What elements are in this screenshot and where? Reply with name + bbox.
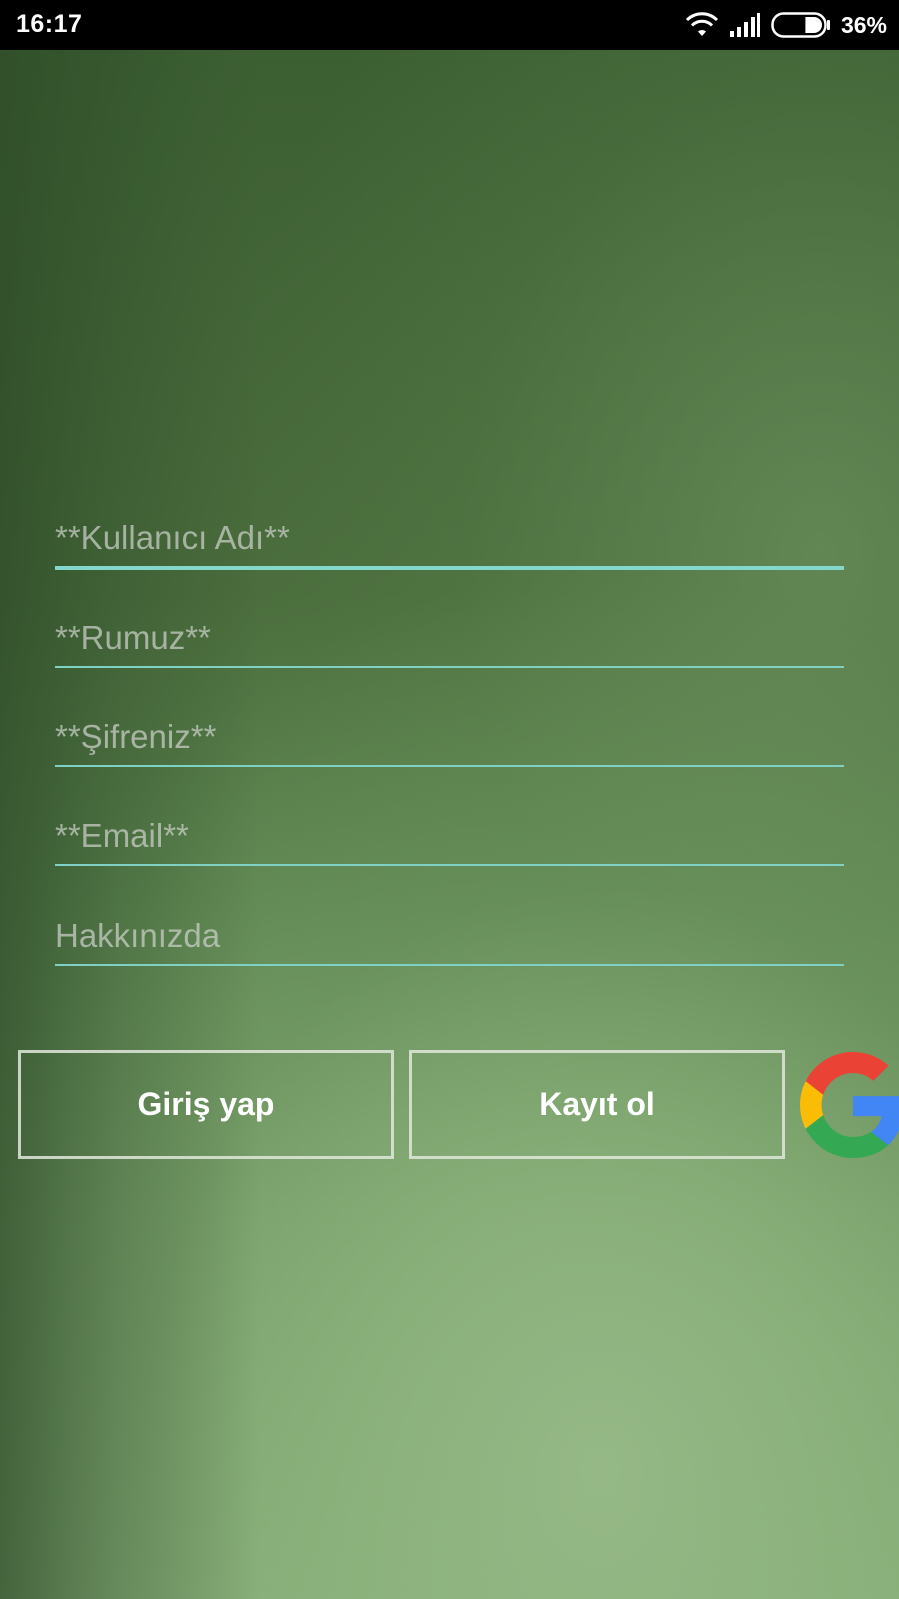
battery-percent: 36% xyxy=(840,11,887,38)
status-icons: 36% xyxy=(685,8,887,42)
nickname-field[interactable] xyxy=(55,608,844,668)
google-icon xyxy=(800,1052,899,1158)
nickname-input[interactable] xyxy=(55,616,844,660)
battery-icon xyxy=(771,12,831,38)
username-input[interactable] xyxy=(55,516,844,560)
about-field[interactable] xyxy=(55,906,844,966)
status-bar: 16:17 36% xyxy=(0,0,899,50)
email-field[interactable] xyxy=(55,806,844,866)
wifi-icon xyxy=(685,12,719,38)
register-button[interactable]: Kayıt ol xyxy=(409,1050,785,1159)
google-signin-button[interactable] xyxy=(800,1052,899,1158)
password-input[interactable] xyxy=(55,715,844,759)
login-button[interactable]: Giriş yap xyxy=(18,1050,394,1159)
about-input[interactable] xyxy=(55,914,844,958)
signal-icon xyxy=(729,13,761,37)
password-field[interactable] xyxy=(55,707,844,767)
email-input[interactable] xyxy=(55,814,844,858)
username-field[interactable] xyxy=(55,510,844,570)
status-time: 16:17 xyxy=(16,10,83,38)
